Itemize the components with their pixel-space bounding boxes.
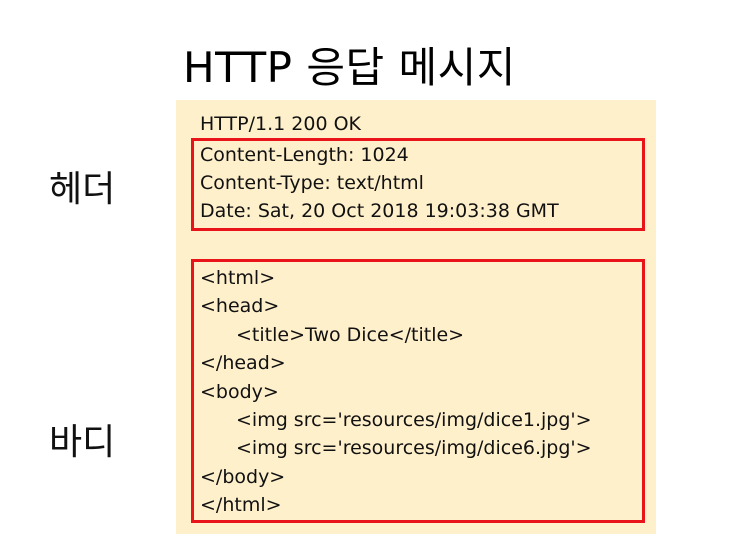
body-label: 바디: [49, 422, 116, 463]
header-highlight-box: [191, 138, 645, 231]
status-line: HTTP/1.1 200 OK: [200, 113, 361, 135]
body-highlight-box: [191, 259, 645, 523]
header-label: 헤더: [49, 169, 116, 210]
page-title: HTTP 응답 메시지: [183, 43, 516, 92]
